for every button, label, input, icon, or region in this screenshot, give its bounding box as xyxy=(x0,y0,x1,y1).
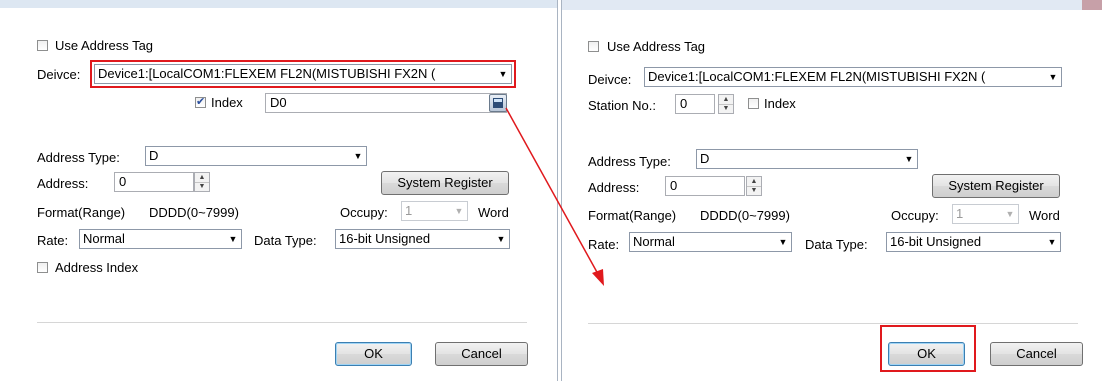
red-arrow-icon xyxy=(505,107,604,286)
